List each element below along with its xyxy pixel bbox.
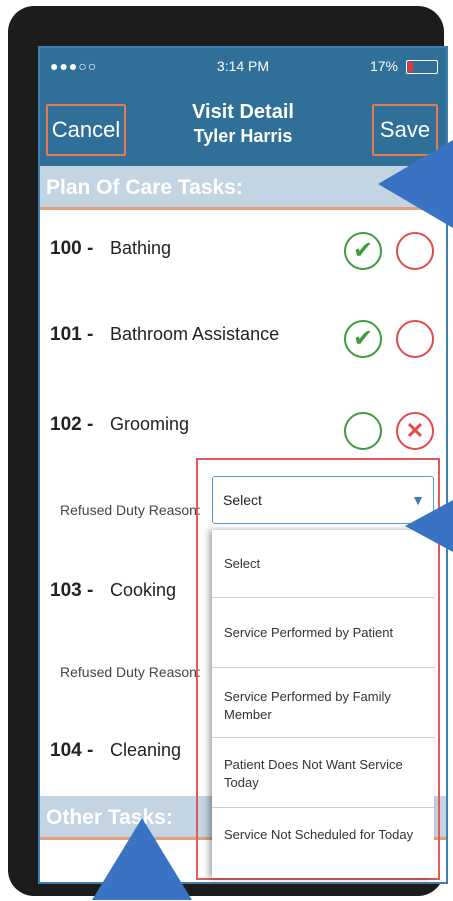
- checkmark-icon[interactable]: ✔: [344, 232, 382, 270]
- refuse-toggle-icon[interactable]: [396, 232, 434, 270]
- task-name: Bathing: [110, 238, 172, 258]
- annotation-arrow-icon: [92, 818, 192, 900]
- task-name: Bathroom Assistance: [110, 324, 280, 344]
- task-row-bathroom-assistance: 101 - Bathroom Assistance ✔: [40, 296, 446, 387]
- close-icon[interactable]: ✕: [396, 412, 434, 450]
- refuse-toggle-icon[interactable]: [396, 320, 434, 358]
- annotation-arrow-icon: [378, 140, 453, 228]
- select-value: Select: [223, 492, 262, 508]
- task-number: 100 -: [50, 238, 94, 259]
- task-name: Cleaning: [110, 740, 182, 760]
- task-number: 101 -: [50, 324, 94, 345]
- task-number: 102 -: [50, 414, 94, 435]
- task-name: Grooming: [110, 414, 190, 434]
- dropdown-options: Select Service Performed by Patient Serv…: [212, 530, 434, 878]
- status-bar: ●●●○○ 3:14 PM 17%: [40, 56, 446, 78]
- battery-percent: 17%: [369, 58, 398, 74]
- option-performed-by-family[interactable]: Service Performed by Family Member: [212, 668, 434, 738]
- option-not-scheduled[interactable]: Service Not Scheduled for Today: [212, 808, 434, 878]
- task-number: 104 -: [50, 740, 94, 761]
- complete-toggle-icon[interactable]: [344, 412, 382, 450]
- refused-reason-select[interactable]: Select ▼: [212, 476, 434, 524]
- option-patient-does-not-want[interactable]: Patient Does Not Want Service Today: [212, 738, 434, 808]
- option-performed-by-patient[interactable]: Service Performed by Patient: [212, 598, 434, 668]
- refused-reason-label: Refused Duty Reason:: [60, 664, 201, 680]
- annotation-arrow-icon: [405, 500, 453, 552]
- task-number: 103 -: [50, 580, 94, 601]
- battery-icon: [406, 60, 438, 74]
- option-select[interactable]: Select: [212, 530, 434, 598]
- refused-reason-label: Refused Duty Reason:: [60, 502, 201, 518]
- task-name: Cooking: [110, 580, 177, 600]
- checkmark-icon[interactable]: ✔: [344, 320, 382, 358]
